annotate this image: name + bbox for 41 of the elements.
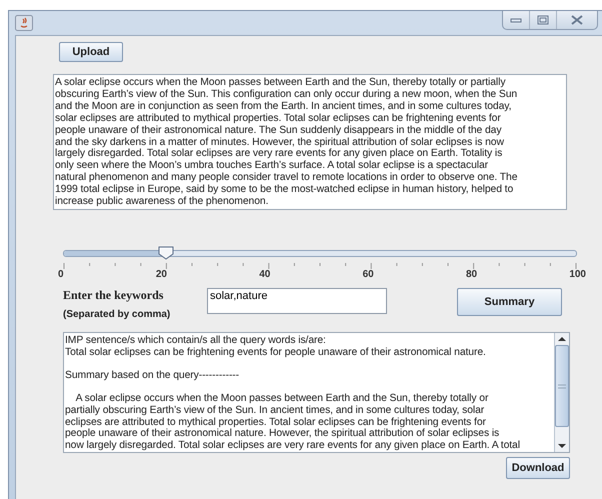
document-text-area[interactable] [53,74,567,210]
document-text-line: increase public awareness of the phenomenon. [55,196,270,208]
document-text-line: solar eclipses are attributed to mythical properties. Total solar eclipses can be frightening events for [55,112,502,125]
app-icon [15,15,33,31]
slider-label: 40 [259,269,270,280]
slider-label: 100 [569,269,586,280]
summary-text-line: Summary based on the query------------ [65,370,240,382]
maximize-icon [536,15,550,25]
summary-text-line: eclipses are attributed to mythical properties. Total solar eclipses can be frightening events for [65,416,487,428]
document-text-line: obscuring Earth’s view of the Sun. This configuration can only occur during a new moon, when the Sun [55,88,518,101]
summary-text-line: Total solar eclipses can be frightening events for people unaware of their astronomical nature. [65,346,487,359]
scroll-down-icon[interactable] [556,441,568,451]
document-text-line: 1999 total eclipse in Europe, said by some to be the most-watched eclipse in human history, helped to [55,184,514,196]
slider-label: 60 [362,269,374,280]
slider-label: 80 [466,269,478,280]
document-text-line: natural phenomenon and many people consider travel to remote locations in order to observe one. The [55,172,518,184]
summary-text-area[interactable] [63,332,570,453]
summary-text-line: IMP sentence/s which contain/s all the query words is/are: [65,335,327,347]
minimize-icon [509,16,523,24]
document-text-line: people unaware of their astronomical nature. The Sun suddenly disappears in the middle of the day [55,124,502,137]
upload-button[interactable]: Upload [59,42,123,62]
download-button[interactable]: Download [506,457,570,479]
slider-label: 20 [156,269,167,280]
summary-button[interactable]: Summary [457,288,562,316]
keywords-label: Enter the keywords [63,288,164,303]
summary-text-line: people unaware of their astronomical nature. However, the spiritual attribution of solar eclipses is [65,428,500,440]
keywords-hint: (Separated by comma) [63,309,172,320]
document-text-line: largely disregarded. Total solar eclipses are very rare events for any given place on Earth. Totality is [55,148,504,160]
slider-label: 0 [58,269,64,280]
close-icon [570,15,584,25]
keywords-field[interactable]: solar,nature [207,288,387,314]
document-text-line: and the Moon are in conjunction as seen from the Earth. In ancient times, and in some cultures today, [55,100,512,113]
document-text-line: A solar eclipse occurs when the Moon passes between Earth and the Sun, thereby totally or partially [55,77,506,89]
summary-text-line: now largely disregarded. Total solar eclipses are very rare events for any given place on Earth. A total [65,440,521,452]
document-text-line: and the sky darkens in a matter of minutes. However, the spiritual attribution of solar eclipses is now [55,136,505,148]
summary-text-line: A solar eclipse occurs when the Moon passes between Earth and the Sun, thereby totally or [74,392,490,405]
slider-thumb[interactable] [158,246,174,260]
document-text-line: only seen where the Moon’s umbra touches Earth’s surface. A total solar eclipse is a spectacular [55,160,490,172]
summary-text-line: partially obscuring Earth’s view of the Sun. In ancient times, and in some cultures today, solar [65,404,486,417]
scroll-bar[interactable] [554,333,569,452]
scroll-thumb[interactable] [555,345,569,427]
